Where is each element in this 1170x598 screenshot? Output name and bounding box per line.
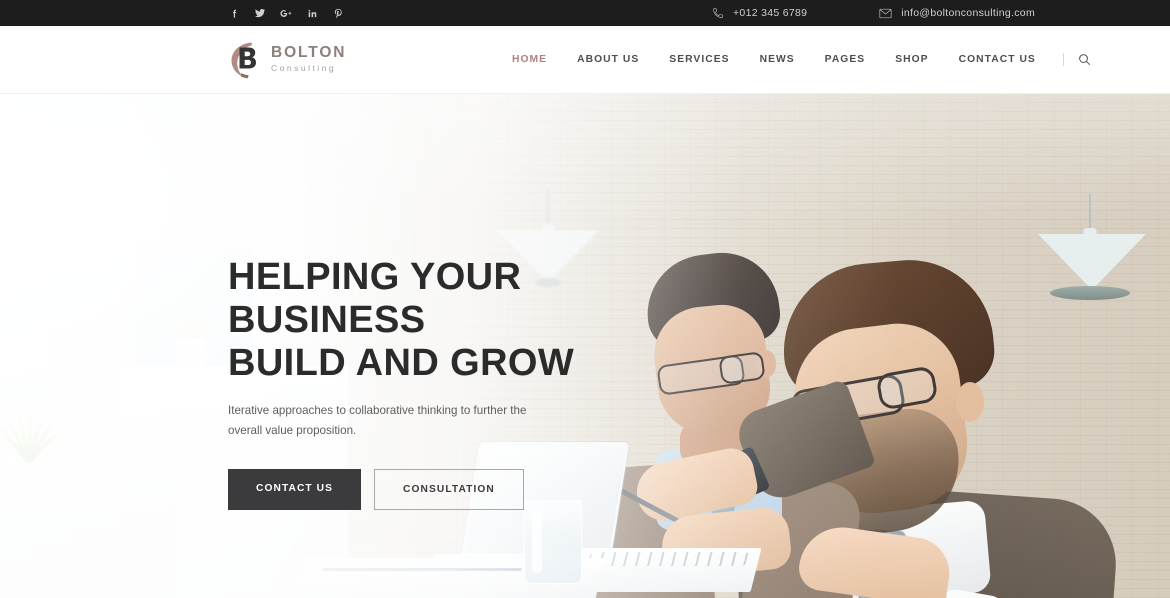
hero-title-line-1: HELPING YOUR BUSINESS [228,256,522,341]
top-bar: +012 345 6789 info@boltonconsulting.com [0,0,1170,26]
twitter-icon[interactable] [254,7,266,19]
water-glass [524,500,582,584]
hero-subtitle: Iterative approaches to collaborative th… [228,403,527,437]
bolton-b-logo-icon [228,40,262,80]
email-address: info@boltonconsulting.com [901,7,1035,19]
site-header: BOLTON Consulting HOME ABOUT US SERVICES… [0,26,1170,94]
nav-divider [1062,53,1064,66]
linkedin-icon[interactable] [306,7,318,19]
email-contact[interactable]: info@boltonconsulting.com [879,7,1035,19]
logo-name: BOLTON [271,43,347,61]
google-plus-icon[interactable] [280,7,292,19]
phone-contact[interactable]: +012 345 6789 [712,7,807,19]
envelope-icon [879,8,892,19]
hero-title: HELPING YOUR BUSINESS BUILD AND GROW [228,256,648,385]
phone-number: +012 345 6789 [733,7,808,19]
windowsill-ledge [0,490,186,506]
phone-icon [712,7,724,19]
logo[interactable]: BOLTON Consulting [228,40,346,80]
ear [956,382,984,422]
hero-title-line-2: BUILD AND GROW [228,341,575,384]
nav-item-about-us[interactable]: ABOUT US [562,54,654,65]
topbar-contact-info: +012 345 6789 info@boltonconsulting.com [712,0,1035,26]
pinterest-icon[interactable] [332,7,344,19]
hero-buttons: CONTACT US CONSULTATION [228,468,648,510]
nav-item-home[interactable]: HOME [497,54,562,65]
logo-tagline: Consulting [271,63,337,74]
hero-content: HELPING YOUR BUSINESS BUILD AND GROW Ite… [228,256,648,510]
search-icon[interactable] [1072,53,1097,66]
nav-item-news[interactable]: NEWS [745,54,810,65]
nav-item-services[interactable]: SERVICES [654,54,744,65]
nav-item-pages[interactable]: PAGES [810,54,881,65]
facebook-icon[interactable] [228,7,240,19]
contact-us-button[interactable]: CONTACT US [228,468,362,510]
social-links [228,7,344,19]
nav-item-shop[interactable]: SHOP [880,54,943,65]
nav-item-contact-us[interactable]: CONTACT US [944,54,1051,65]
consultation-button[interactable]: CONSULTATION [374,468,524,510]
hero-banner: HELPING YOUR BUSINESS BUILD AND GROW Ite… [0,94,1170,598]
logo-text: BOLTON Consulting [271,44,346,76]
main-navigation: HOME ABOUT US SERVICES NEWS PAGES SHOP C… [497,26,1097,93]
